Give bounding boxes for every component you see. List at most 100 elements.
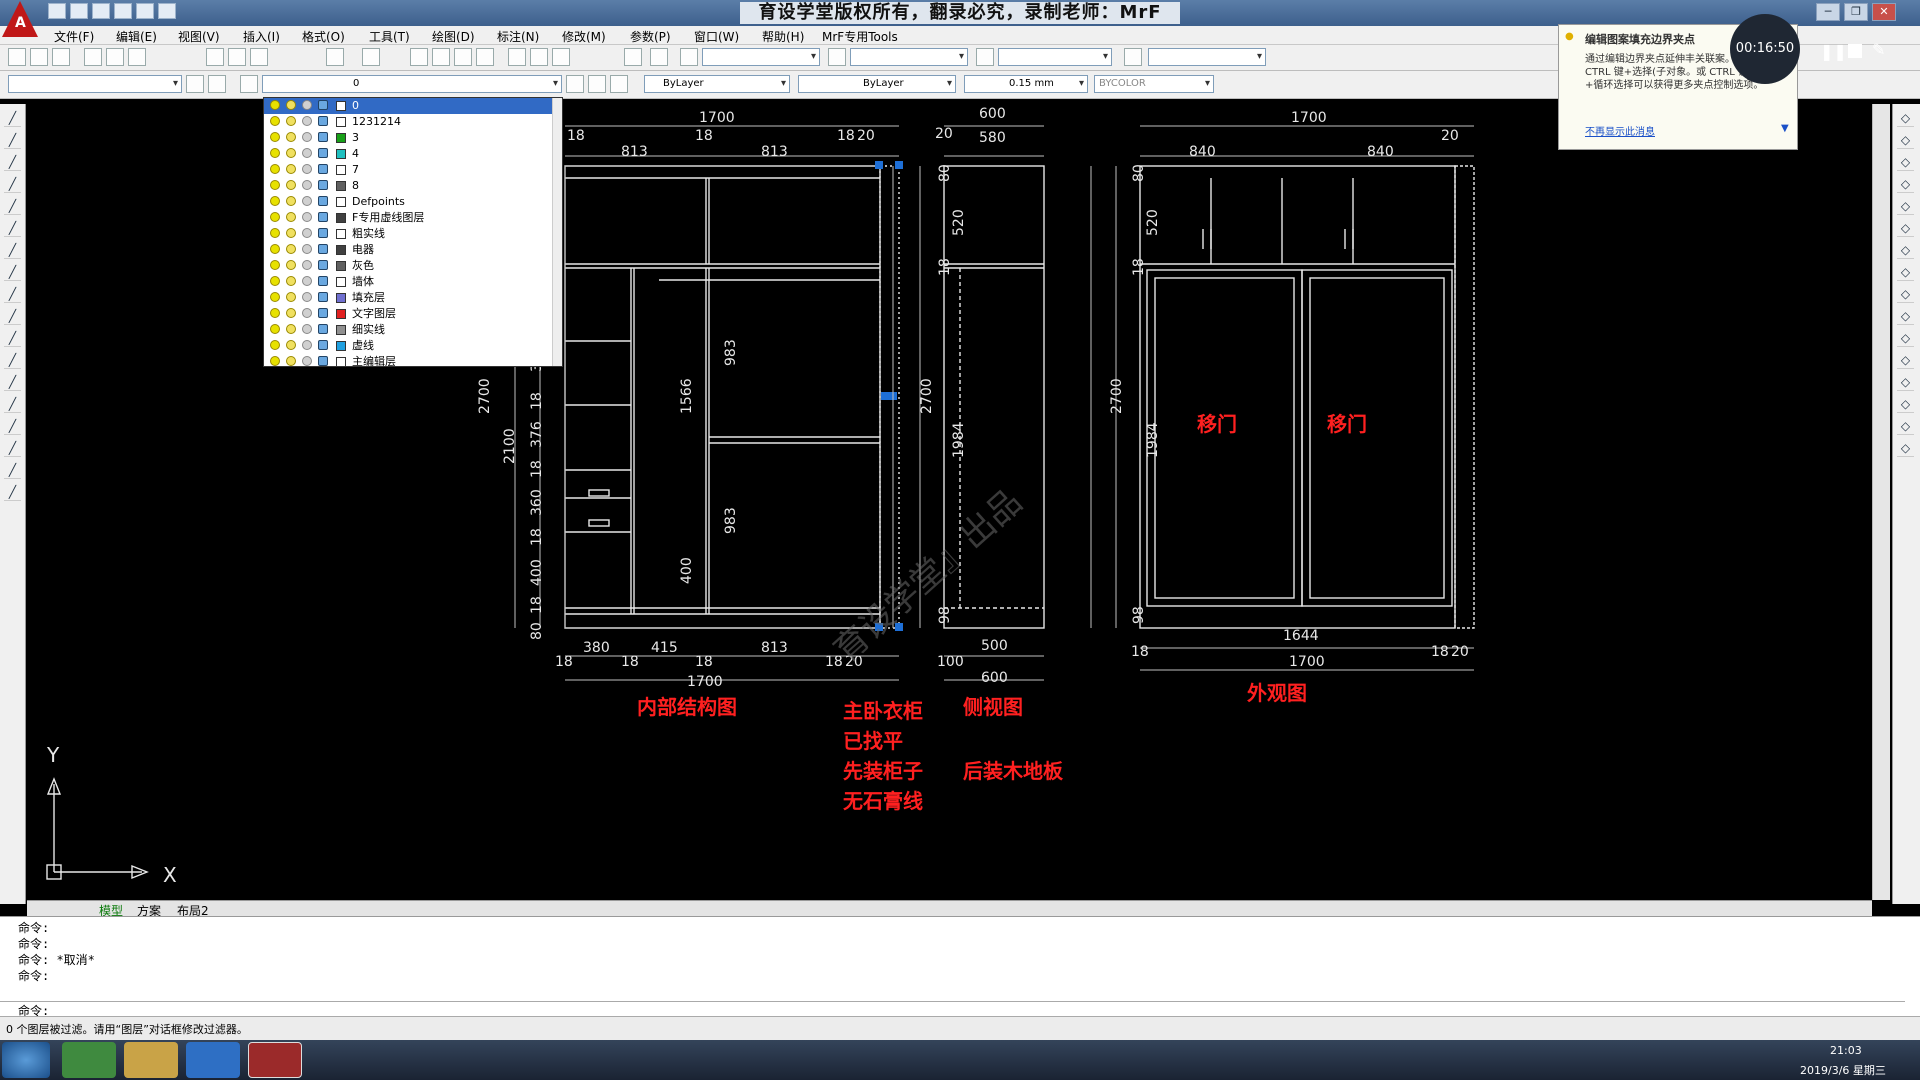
- layer-vp-freeze-icon[interactable]: [302, 212, 312, 222]
- layer-vp-freeze-icon[interactable]: [302, 340, 312, 350]
- polygon-icon[interactable]: ╱: [4, 154, 21, 171]
- layer-list-scrollbar[interactable]: [552, 98, 562, 366]
- layer-freeze-icon[interactable]: [286, 308, 296, 318]
- arc-icon[interactable]: ╱: [4, 198, 21, 215]
- layer-row[interactable]: 墙体: [264, 274, 554, 290]
- layer-row[interactable]: 粗实线: [264, 226, 554, 242]
- layer-lock-icon[interactable]: [318, 260, 328, 270]
- layer-on-icon[interactable]: [270, 260, 280, 270]
- layer-row[interactable]: 主编辑层: [264, 354, 554, 366]
- layer-vp-freeze-icon[interactable]: [302, 164, 312, 174]
- recorder-pen-icon[interactable]: ✎: [1872, 40, 1885, 59]
- array-icon[interactable]: ◇: [1897, 198, 1914, 215]
- trim-icon[interactable]: ◇: [1897, 308, 1914, 325]
- line-icon[interactable]: ╱: [4, 110, 21, 127]
- layer-row[interactable]: 4: [264, 146, 554, 162]
- layer-freeze-icon[interactable]: [286, 260, 296, 270]
- start-button[interactable]: [2, 1042, 50, 1078]
- gradient-icon[interactable]: ╱: [4, 418, 21, 435]
- layer-row[interactable]: 电器: [264, 242, 554, 258]
- table-style-combo[interactable]: [998, 48, 1112, 66]
- layer-lock-icon[interactable]: [318, 276, 328, 286]
- layer-lock-icon[interactable]: [318, 164, 328, 174]
- command-input[interactable]: 命令:: [0, 1001, 1905, 1018]
- menu-window[interactable]: 窗口(W): [694, 28, 739, 45]
- layer-on-icon[interactable]: [270, 292, 280, 302]
- cut-icon[interactable]: [206, 48, 224, 66]
- layer-lock-icon[interactable]: [318, 132, 328, 142]
- multileader-style-icon[interactable]: [1124, 48, 1142, 66]
- layer-freeze-icon[interactable]: [286, 212, 296, 222]
- layer-row[interactable]: 8: [264, 178, 554, 194]
- save-icon[interactable]: [92, 3, 110, 19]
- spline-icon[interactable]: ╱: [4, 264, 21, 281]
- layer-lock-icon[interactable]: [318, 212, 328, 222]
- layer-vp-freeze-icon[interactable]: [302, 244, 312, 254]
- layer-lock-icon[interactable]: [318, 116, 328, 126]
- layer-lock-icon[interactable]: [318, 196, 328, 206]
- menu-file[interactable]: 文件(F): [54, 28, 94, 45]
- dim-style-combo[interactable]: [850, 48, 968, 66]
- layer-freeze-icon[interactable]: [286, 276, 296, 286]
- lineweight-combo[interactable]: 0.15 mm: [964, 75, 1088, 93]
- layer-row[interactable]: 1231214: [264, 114, 554, 130]
- zoom-previous-icon[interactable]: [476, 48, 494, 66]
- taskbar-wps-icon[interactable]: [186, 1042, 240, 1078]
- layer-vp-freeze-icon[interactable]: [302, 276, 312, 286]
- paste-icon[interactable]: [250, 48, 268, 66]
- layer-on-icon[interactable]: [270, 132, 280, 142]
- publish-icon[interactable]: [128, 48, 146, 66]
- menu-view[interactable]: 视图(V): [178, 28, 220, 45]
- calculator-icon[interactable]: [624, 48, 642, 66]
- ellipse-icon[interactable]: ╱: [4, 286, 21, 303]
- taskbar-autocad-icon[interactable]: [248, 1042, 302, 1078]
- help-icon[interactable]: [650, 48, 668, 66]
- menu-edit[interactable]: 编辑(E): [116, 28, 157, 45]
- rect-icon[interactable]: ╱: [4, 176, 21, 193]
- region-icon[interactable]: ╱: [4, 440, 21, 457]
- layer-lock-icon[interactable]: [318, 292, 328, 302]
- layer-freeze-icon[interactable]: [286, 196, 296, 206]
- explode-icon[interactable]: ◇: [1897, 440, 1914, 457]
- layer-vp-freeze-icon[interactable]: [302, 196, 312, 206]
- layer-lock-icon[interactable]: [318, 180, 328, 190]
- taskbar-explorer-icon[interactable]: [124, 1042, 178, 1078]
- layer-row[interactable]: 3: [264, 130, 554, 146]
- layer-row[interactable]: 填充层: [264, 290, 554, 306]
- layer-combo[interactable]: 0: [262, 75, 562, 93]
- layer-freeze-icon[interactable]: [286, 180, 296, 190]
- stretch-icon[interactable]: ◇: [1897, 286, 1914, 303]
- layer-row[interactable]: 0: [264, 98, 554, 114]
- scale-icon[interactable]: ◇: [1897, 264, 1914, 281]
- layer-vp-freeze-icon[interactable]: [302, 308, 312, 318]
- menu-mrf-tools[interactable]: MrF专用Tools: [822, 28, 898, 45]
- new-icon[interactable]: [8, 48, 26, 66]
- layer-freeze-icon[interactable]: [286, 100, 296, 110]
- open-icon[interactable]: [70, 3, 88, 19]
- workspace-settings-icon[interactable]: [186, 75, 204, 93]
- vertical-scrollbar[interactable]: [1872, 104, 1890, 900]
- layer-lock-icon[interactable]: [318, 244, 328, 254]
- layer-vp-freeze-icon[interactable]: [302, 324, 312, 334]
- layer-dropdown-list[interactable]: 0 1231214 3 4 7 8 Defpoints F专用虚线图层 粗实线 电器 灰色 墙体 填充层…: [263, 97, 563, 367]
- layer-vp-freeze-icon[interactable]: [302, 260, 312, 270]
- layer-on-icon[interactable]: [270, 228, 280, 238]
- layer-lock-icon[interactable]: [318, 356, 328, 366]
- layer-freeze-icon[interactable]: [286, 244, 296, 254]
- save-icon[interactable]: [52, 48, 70, 66]
- layer-freeze-icon[interactable]: [286, 292, 296, 302]
- layer-on-icon[interactable]: [270, 116, 280, 126]
- layer-row[interactable]: 文字图层: [264, 306, 554, 322]
- menu-insert[interactable]: 插入(I): [243, 28, 280, 45]
- layer-freeze-icon[interactable]: [286, 132, 296, 142]
- layer-lock-icon[interactable]: [318, 340, 328, 350]
- recorder-stop-icon[interactable]: [1848, 44, 1862, 58]
- pan-icon[interactable]: [410, 48, 428, 66]
- layer-freeze-icon[interactable]: [286, 228, 296, 238]
- make-current-icon[interactable]: [566, 75, 584, 93]
- color-combo[interactable]: ByLayer: [644, 75, 790, 93]
- properties-icon[interactable]: [508, 48, 526, 66]
- mtext-icon[interactable]: ╱: [4, 484, 21, 501]
- layer-row[interactable]: Defpoints: [264, 194, 554, 210]
- layer-row[interactable]: 虚线: [264, 338, 554, 354]
